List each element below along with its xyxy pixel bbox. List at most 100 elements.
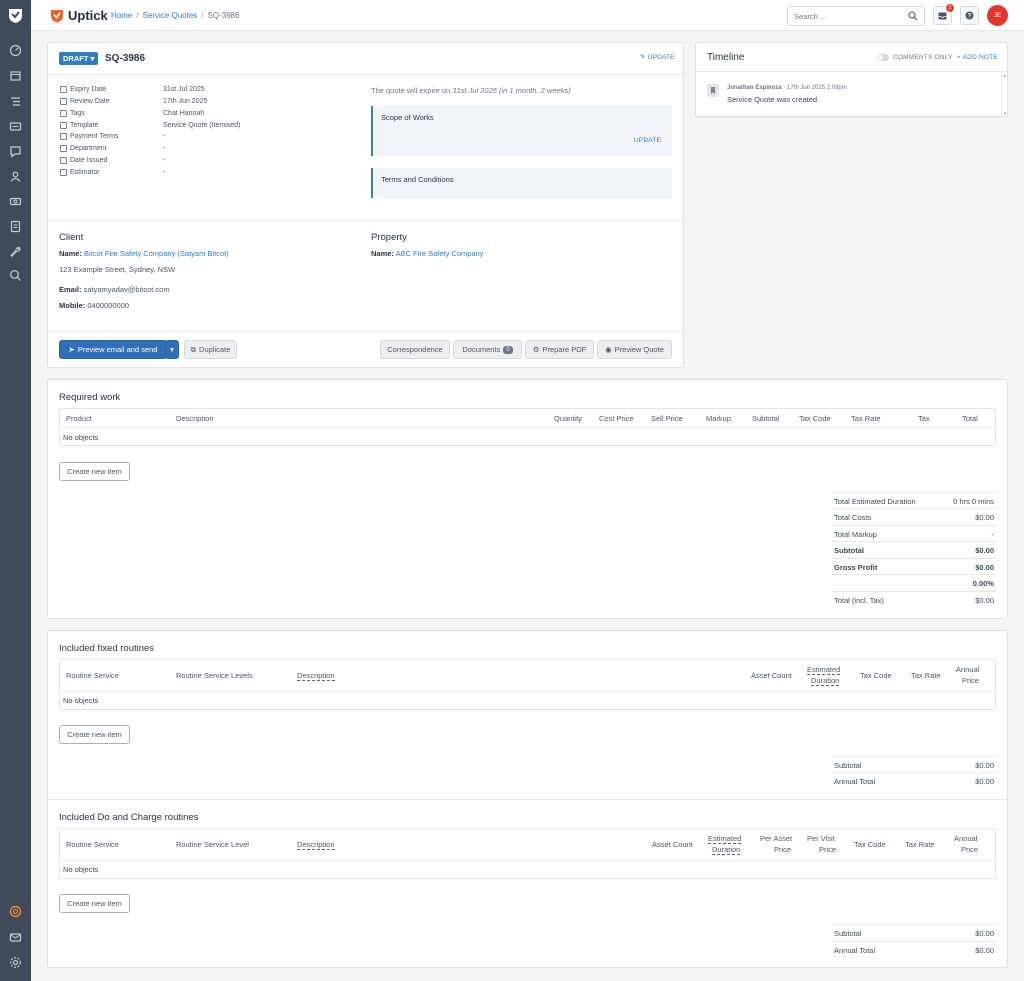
- summary-value: -: [991, 530, 995, 539]
- client-mobile-label: Mobile:: [59, 301, 86, 310]
- detail-label-expiry-date: Expiry Date: [60, 86, 106, 93]
- documents-button[interactable]: Documents 0: [453, 340, 522, 359]
- uptick-shield-logo[interactable]: [8, 8, 23, 24]
- timeline-author: Jonathan Espinoza: [727, 85, 782, 91]
- summary-row: Subtotal $0.00: [832, 924, 996, 940]
- dashboard-icon[interactable]: [9, 44, 22, 57]
- summary-row: Total (incl. Tax) $0.00: [832, 591, 996, 607]
- add-note-button[interactable]: + ADD NOTE: [957, 54, 998, 61]
- column-header-sortable[interactable]: Description: [297, 671, 335, 681]
- detail-label-text: Payment Terms: [70, 133, 119, 140]
- timeline-title: Timeline: [707, 52, 745, 63]
- quote-panel: DRAFT ▾ SQ-3986 ✎ UPDATE Expiry Date 31s…: [47, 42, 684, 368]
- preview-send-label: Preview email and send: [77, 345, 158, 354]
- update-details-button[interactable]: ✎ UPDATE: [640, 53, 675, 61]
- column-header-sortable[interactable]: Description: [297, 840, 335, 850]
- timeline-scrollbar[interactable]: ▴ ▾: [1001, 73, 1007, 117]
- column-header: Tax Code: [854, 840, 886, 849]
- scope-update-button[interactable]: UPDATE: [634, 137, 661, 144]
- detail-value-tags[interactable]: Chat Hannah: [163, 110, 204, 117]
- preview-email-send-button[interactable]: ➤ Preview email and send: [59, 340, 167, 359]
- detail-label-text: Date Issued: [70, 157, 108, 164]
- search-globe-icon[interactable]: [9, 269, 22, 282]
- list-icon: [60, 157, 67, 164]
- document-icon[interactable]: [9, 220, 22, 233]
- summary-value: $0.00: [975, 596, 994, 605]
- duplicate-label: Duplicate: [199, 345, 231, 354]
- create-new-item-button[interactable]: Create new item: [59, 725, 130, 744]
- summary-value: 0 hrs 0 mins: [953, 497, 994, 506]
- column-header-sortable[interactable]: Duration: [712, 845, 741, 855]
- fixed-routines-title: Included fixed routines: [59, 643, 155, 654]
- detail-value-date-issued: -: [163, 157, 166, 164]
- copy-icon: ⧉: [190, 344, 197, 354]
- detail-label-text: Tags: [70, 110, 85, 117]
- empty-table-message: No objects: [63, 433, 99, 442]
- search-icon[interactable]: [908, 11, 918, 21]
- calendar-icon[interactable]: [9, 69, 22, 82]
- inbox-icon: [938, 12, 947, 19]
- breadcrumb-separator: /: [201, 11, 204, 20]
- divider: [60, 427, 995, 428]
- duplicate-button[interactable]: ⧉ Duplicate: [184, 340, 237, 359]
- status-dropdown[interactable]: DRAFT ▾: [59, 52, 99, 65]
- scroll-down-icon[interactable]: ▾: [1002, 111, 1008, 117]
- summary-label: Subtotal: [834, 929, 862, 938]
- divider: [48, 220, 683, 221]
- column-header-sortable[interactable]: Duration: [811, 676, 840, 686]
- expiry-value: 31st Jul 2025 (in 1 month, 2 weeks): [452, 86, 571, 95]
- column-header: Per Asset: [760, 834, 793, 843]
- comments-only-toggle[interactable]: [877, 54, 889, 61]
- help-button[interactable]: ?: [960, 6, 979, 25]
- column-header: Tax Rate: [851, 414, 881, 423]
- user-avatar[interactable]: JE: [987, 5, 1008, 26]
- property-name-row: Name: ABC Fire Safety Company: [371, 249, 484, 258]
- summary-row: Gross Profit $0.00: [832, 558, 996, 574]
- settings-icon[interactable]: [9, 956, 22, 969]
- routines-panel: Included fixed routines Routine Service …: [47, 630, 1008, 968]
- breadcrumb-home[interactable]: Home: [111, 11, 132, 20]
- preview-send-dropdown-button[interactable]: ▾: [165, 340, 179, 359]
- bookmark-icon: [707, 84, 719, 97]
- property-name-link[interactable]: ABC Fire Safety Company: [396, 249, 484, 258]
- notifications-button[interactable]: 1: [933, 4, 954, 25]
- prepare-pdf-button[interactable]: ⚙ Prepare PDF: [525, 340, 594, 359]
- wrench-icon[interactable]: [9, 245, 22, 258]
- detail-label-text: Estimator: [70, 169, 100, 176]
- search-input[interactable]: [788, 7, 898, 25]
- support-icon[interactable]: [9, 905, 22, 918]
- column-header: Routine Service: [66, 671, 119, 680]
- money-icon[interactable]: [9, 195, 22, 208]
- empty-table-message: No objects: [63, 696, 99, 705]
- prepare-pdf-label: Prepare PDF: [542, 345, 587, 354]
- column-header-sortable[interactable]: Estimated: [708, 834, 742, 844]
- create-new-item-button[interactable]: Create new item: [59, 894, 130, 913]
- scroll-up-icon[interactable]: ▴: [1002, 73, 1007, 79]
- user-icon[interactable]: [9, 170, 22, 183]
- client-email-label: Email:: [59, 285, 82, 294]
- preview-quote-button[interactable]: ◉ Preview Quote: [597, 340, 672, 359]
- documents-count-badge: 0: [503, 345, 513, 354]
- correspondence-button[interactable]: Correspondence: [380, 340, 450, 359]
- summary-row: Annual Total $0.00: [832, 941, 996, 957]
- summary-label: Total Estimated Duration: [834, 497, 916, 506]
- chat-icon[interactable]: [9, 145, 22, 158]
- column-header: Asset Count: [652, 840, 693, 849]
- column-header: Asset Count: [751, 671, 792, 680]
- quote-id: SQ-3986: [105, 53, 146, 64]
- breadcrumb-service-quotes[interactable]: Service Quotes: [143, 11, 198, 20]
- list-icon: [60, 169, 67, 176]
- tasks-icon[interactable]: [9, 95, 22, 108]
- column-header: Annual: [956, 665, 980, 674]
- client-name-link[interactable]: Bitcot Fire Safety Company (Satyam Bitco…: [84, 249, 229, 258]
- summary-row: Total Estimated Duration 0 hrs 0 mins: [832, 492, 996, 508]
- column-header-sortable[interactable]: Estimated: [807, 665, 841, 675]
- detail-label-estimator: Estimator: [60, 169, 100, 176]
- mail-icon[interactable]: [9, 931, 22, 944]
- card-icon[interactable]: [9, 120, 22, 133]
- brand[interactable]: Uptick: [50, 8, 108, 23]
- create-new-item-button[interactable]: Create new item: [59, 462, 130, 481]
- clock-icon: [60, 86, 67, 93]
- summary-label: Total (incl. Tax): [834, 596, 884, 605]
- column-header: Quantity: [554, 414, 582, 423]
